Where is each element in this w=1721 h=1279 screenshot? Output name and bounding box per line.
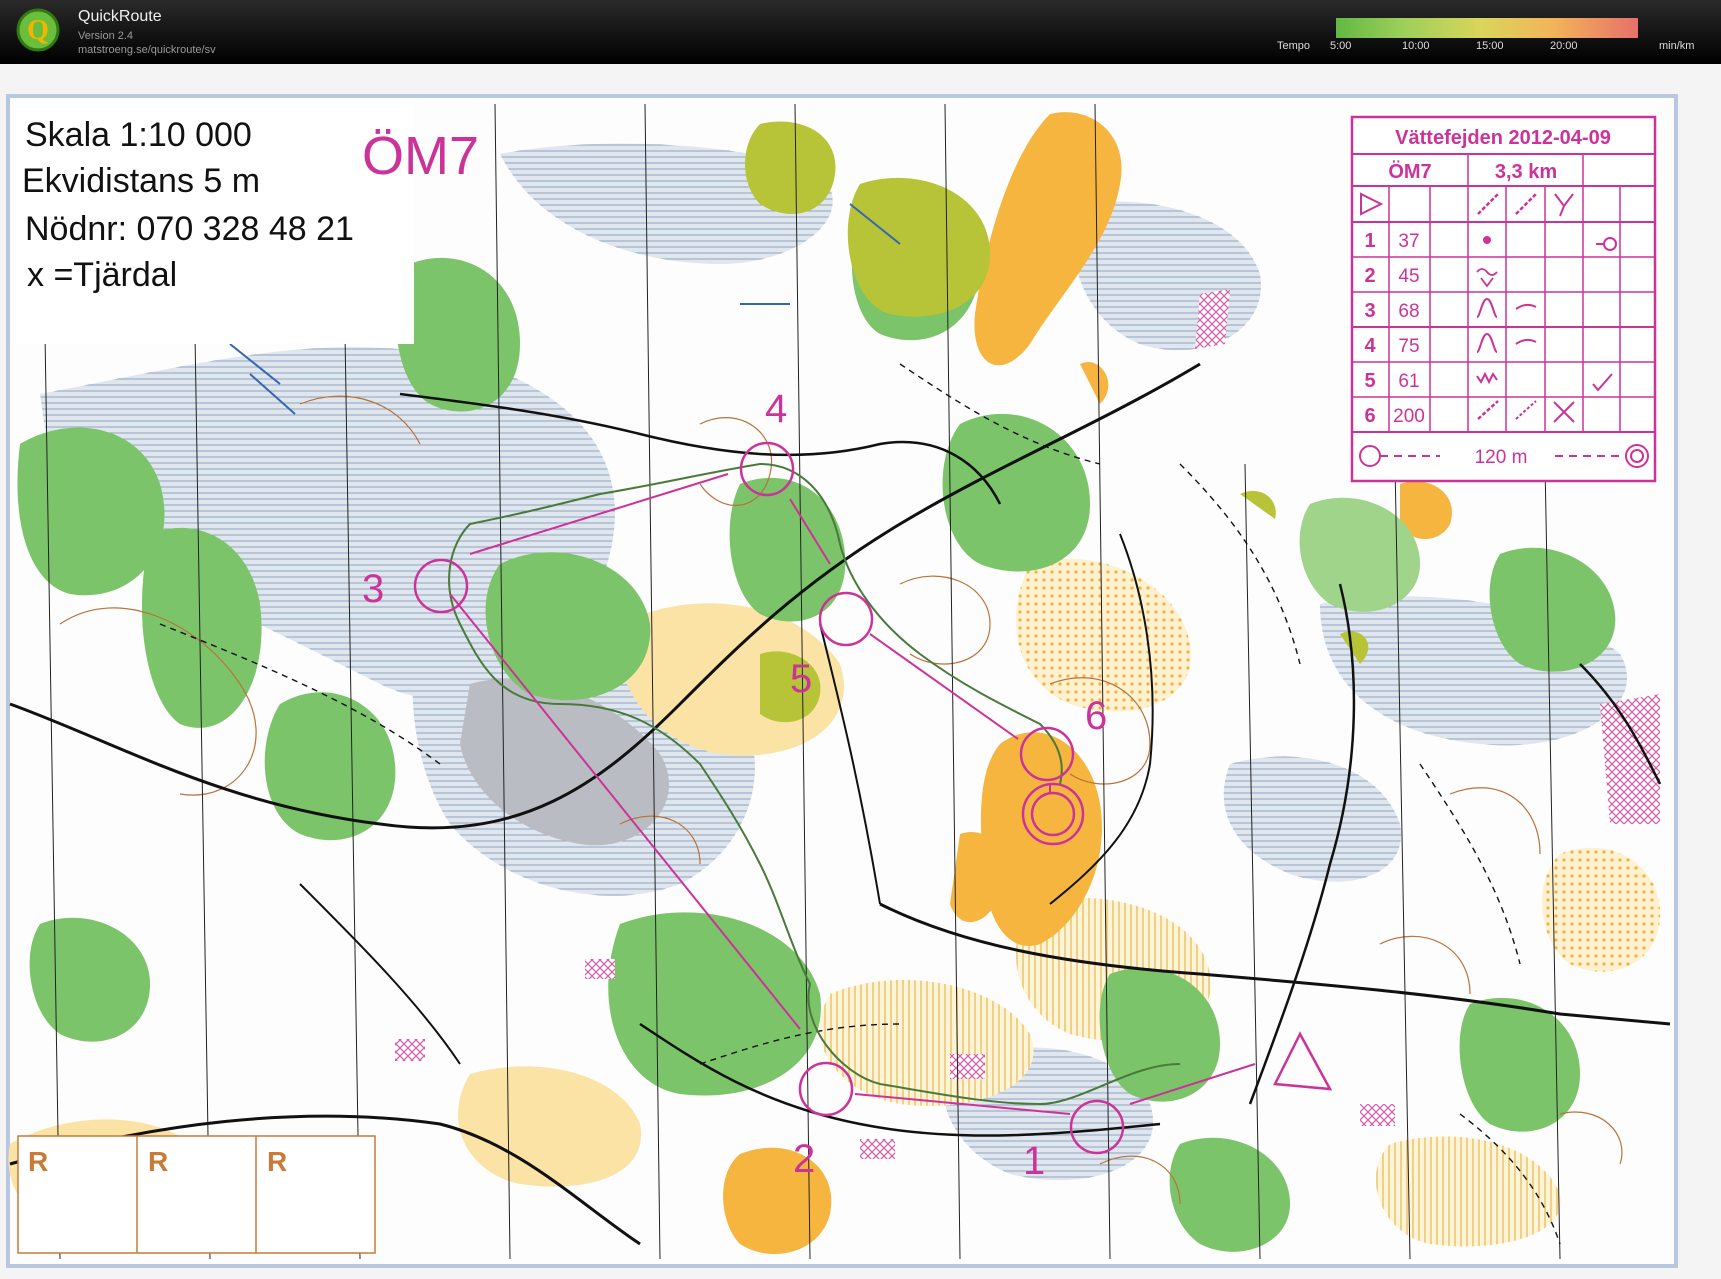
- control-label: 4: [765, 387, 787, 431]
- card-course: ÖM7: [1388, 160, 1431, 183]
- card-row-code: 37: [1398, 231, 1419, 252]
- card-row-num: 5: [1364, 370, 1375, 392]
- app-name: QuickRoute: [78, 8, 162, 25]
- card-row-code: 75: [1398, 336, 1419, 357]
- app-version: Version 2.4: [78, 30, 134, 42]
- card-row-num: 3: [1364, 300, 1375, 322]
- r-box-label: R: [148, 1146, 168, 1177]
- card-row-code: 61: [1398, 371, 1419, 392]
- r-box-label: R: [28, 1146, 48, 1177]
- quickroute-header: Q QuickRoute Version 2.4 matstroeng.se/q…: [0, 0, 1721, 64]
- tempo-tick: 10:00: [1402, 40, 1430, 52]
- r-boxes: R R R: [17, 1135, 376, 1254]
- card-row-num: 2: [1364, 265, 1375, 287]
- control-label: 2: [793, 1137, 815, 1181]
- control-label: 3: [362, 567, 384, 611]
- logo-letter: Q: [27, 15, 49, 46]
- map-canvas[interactable]: 1 2 3 4 5 6 Skala 1:10 000 Ekvidistans 5…: [0, 64, 1721, 1279]
- card-row-code: 200: [1393, 406, 1425, 427]
- map-info: Skala 1:10 000 Ekvidistans 5 m Nödnr: 07…: [14, 104, 414, 344]
- card-length: 3,3 km: [1495, 161, 1557, 183]
- tempo-label: Tempo: [1277, 40, 1311, 52]
- map-scale: Skala 1:10 000: [25, 116, 252, 154]
- card-row-num: 1: [1364, 230, 1375, 252]
- control-label: 6: [1085, 694, 1107, 738]
- r-box-label: R: [267, 1146, 287, 1177]
- course-title: ÖM7: [362, 126, 479, 186]
- card-row-num: 4: [1364, 335, 1376, 357]
- map-contour-interval: Ekvidistans 5 m: [22, 162, 260, 200]
- card-symbol: [1483, 236, 1491, 244]
- tempo-tick: 5:00: [1330, 40, 1352, 52]
- card-finish-distance: 120 m: [1475, 447, 1528, 468]
- map-legend-x: x =Tjärdal: [27, 256, 177, 294]
- tempo-tick: 15:00: [1476, 40, 1504, 52]
- card-row-code: 45: [1398, 266, 1419, 287]
- tempo-color-scale: [1336, 18, 1638, 38]
- map-emergency-number: Nödnr: 070 328 48 21: [25, 210, 354, 248]
- quickroute-logo: Q: [16, 8, 60, 52]
- orienteering-map[interactable]: 1 2 3 4 5 6 Skala 1:10 000 Ekvidistans 5…: [0, 64, 1721, 1279]
- app-url: matstroeng.se/quickroute/sv: [78, 44, 216, 56]
- tempo-unit: min/km: [1659, 40, 1695, 52]
- card-row-num: 6: [1364, 405, 1375, 427]
- tempo-tick: 20:00: [1550, 40, 1578, 52]
- card-event: Vättefejden 2012-04-09: [1395, 127, 1611, 149]
- card-row-code: 68: [1398, 301, 1419, 322]
- control-description-card: Vättefejden 2012-04-09 ÖM7 3,3 km 1 2 3 …: [1350, 115, 1657, 483]
- control-label: 1: [1023, 1139, 1045, 1183]
- control-label: 5: [790, 657, 812, 701]
